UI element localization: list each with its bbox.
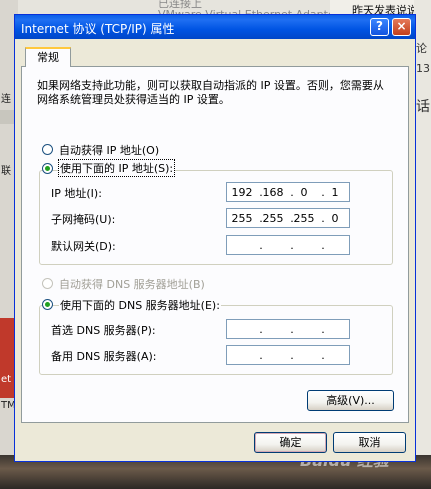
octet: 192 [231, 186, 253, 199]
preferred-dns-field[interactable]: . . . [226, 319, 350, 339]
alternate-dns-label: 备用 DNS 服务器(A): [51, 350, 157, 363]
manual-ip-radio[interactable] [42, 163, 53, 174]
advanced-button[interactable]: 高级(V)... [307, 390, 394, 411]
subnet-mask-label: 子网掩码(U): [51, 213, 116, 226]
octet: 0 [331, 212, 339, 225]
default-gateway-field[interactable]: . . . [226, 235, 350, 255]
octet: 255 [262, 212, 284, 225]
general-tab-panel: 如果网络支持此功能，则可以获取自动指派的 IP 设置。否则，您需要从网络系统管理… [21, 66, 409, 423]
octet: 1 [331, 186, 339, 199]
manual-dns-label[interactable]: 使用下面的 DNS 服务器地址(E): [59, 297, 221, 313]
cancel-button[interactable]: 取消 [333, 432, 406, 453]
manual-dns-radio[interactable] [42, 299, 53, 310]
manual-ip-label[interactable]: 使用下面的 IP 地址(S): [57, 159, 176, 177]
background-window-right: 论 13 话 [414, 0, 431, 489]
ip-address-field[interactable]: 192. 168. 0. 1 [226, 182, 350, 202]
subnet-mask-field[interactable]: 255. 255. 255. 0 [226, 208, 350, 228]
ip-address-label: IP 地址(I): [51, 187, 102, 200]
alternate-dns-field[interactable]: . . . [226, 345, 350, 365]
auto-ip-label[interactable]: 自动获得 IP 地址(O) [59, 142, 159, 158]
auto-dns-radio[interactable] [42, 278, 53, 289]
description-text: 如果网络支持此功能，则可以获取自动指派的 IP 设置。否则，您需要从网络系统管理… [37, 79, 384, 106]
tab-general[interactable]: 常规 [25, 47, 71, 67]
bg-text: 联 [1, 166, 11, 177]
close-button[interactable]: × [392, 18, 411, 36]
octet: 0 [300, 186, 308, 199]
bg-text: 13 [416, 62, 430, 75]
bg-text: 话 [416, 99, 430, 115]
dialog-title: Internet 协议 (TCP/IP) 属性 [21, 22, 175, 36]
help-button[interactable]: ? [370, 18, 389, 36]
tcpip-properties-dialog: Internet 协议 (TCP/IP) 属性 ? × 常规 如果网络支持此功能… [14, 14, 416, 462]
ok-button[interactable]: 确定 [254, 432, 327, 453]
octet: 255 [293, 212, 315, 225]
default-gateway-label: 默认网关(D): [51, 240, 116, 253]
bg-text: et [1, 374, 12, 385]
title-bar[interactable]: Internet 协议 (TCP/IP) 属性 ? × [15, 15, 415, 39]
octet: 255 [231, 212, 253, 225]
octet: 168 [262, 186, 284, 199]
bg-text: 连 [1, 94, 11, 105]
bg-text: 论 [416, 42, 427, 55]
preferred-dns-label: 首选 DNS 服务器(P): [51, 324, 156, 337]
auto-ip-radio[interactable] [42, 144, 53, 155]
auto-dns-label[interactable]: 自动获得 DNS 服务器地址(B) [59, 276, 205, 292]
